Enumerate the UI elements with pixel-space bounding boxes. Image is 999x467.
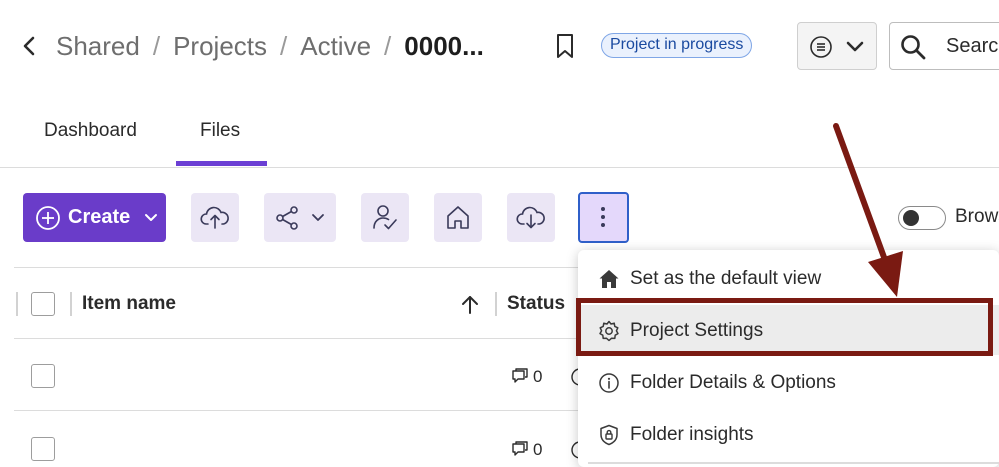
chevron-down-icon bbox=[846, 41, 864, 52]
download-button[interactable] bbox=[507, 193, 555, 242]
menu-item-label: Set as the default view bbox=[630, 268, 822, 289]
tab-files[interactable]: Files bbox=[200, 120, 240, 142]
annotation-highlight-box bbox=[576, 298, 993, 356]
row-checkbox[interactable] bbox=[31, 437, 55, 461]
home-button[interactable] bbox=[434, 193, 482, 242]
tab-bar: Dashboard Files bbox=[0, 112, 999, 168]
home-icon bbox=[447, 206, 469, 229]
kebab-icon bbox=[601, 207, 605, 227]
page-title: 0000... bbox=[404, 30, 484, 61]
create-button[interactable]: Create bbox=[23, 193, 166, 242]
more-options-button[interactable] bbox=[578, 192, 629, 243]
column-header-status[interactable]: Status bbox=[507, 293, 565, 315]
user-approve-icon bbox=[373, 205, 397, 230]
menu-item-folder-insights[interactable]: Folder insights bbox=[578, 409, 999, 459]
search-input[interactable]: Search bbox=[889, 22, 999, 70]
breadcrumb-separator: / bbox=[280, 30, 288, 61]
breadcrumb-active[interactable]: Active bbox=[300, 31, 371, 62]
breadcrumb: Shared / Projects / Active / 0000... bbox=[56, 26, 484, 66]
approval-button[interactable] bbox=[361, 193, 409, 242]
menu-item-folder-details[interactable]: Folder Details & Options bbox=[578, 357, 999, 407]
column-divider bbox=[16, 292, 18, 316]
shield-lock-icon bbox=[600, 424, 618, 446]
share-button[interactable] bbox=[264, 193, 336, 242]
view-options-dropdown[interactable] bbox=[797, 22, 877, 70]
row-checkbox[interactable] bbox=[31, 364, 55, 388]
more-options-menu: Set as the default view Project Settings… bbox=[578, 250, 999, 467]
menu-item-label: Folder Details & Options bbox=[630, 372, 836, 393]
select-all-checkbox[interactable] bbox=[31, 292, 55, 316]
column-header-item-name[interactable]: Item name bbox=[82, 293, 176, 315]
cloud-upload-icon bbox=[200, 206, 229, 229]
sort-ascending-icon[interactable] bbox=[460, 293, 480, 315]
share-icon bbox=[276, 206, 298, 230]
create-button-label: Create bbox=[68, 206, 131, 228]
home-icon bbox=[599, 270, 619, 288]
column-divider bbox=[495, 292, 497, 316]
cloud-download-icon bbox=[516, 206, 545, 229]
comment-count: 0 bbox=[533, 440, 543, 459]
tab-dashboard[interactable]: Dashboard bbox=[44, 120, 137, 142]
back-chevron-icon[interactable] bbox=[18, 32, 42, 60]
column-divider bbox=[70, 292, 72, 316]
upload-button[interactable] bbox=[191, 193, 239, 242]
status-badge: Project in progress bbox=[601, 33, 753, 58]
info-icon bbox=[599, 373, 619, 393]
menu-divider bbox=[588, 462, 999, 464]
toggle-knob bbox=[903, 210, 919, 226]
search-icon bbox=[901, 35, 926, 60]
breadcrumb-separator: / bbox=[384, 30, 392, 61]
bookmark-icon[interactable] bbox=[553, 32, 577, 60]
comment-count: 0 bbox=[533, 367, 543, 386]
comment-icon[interactable] bbox=[510, 440, 530, 460]
breadcrumb-shared[interactable]: Shared bbox=[56, 31, 140, 62]
toggle-label: Browse bbox=[955, 206, 999, 227]
list-view-icon bbox=[810, 36, 832, 58]
chevron-down-icon bbox=[312, 214, 324, 221]
comment-icon[interactable] bbox=[510, 367, 530, 387]
menu-item-label: Folder insights bbox=[630, 424, 754, 445]
breadcrumb-separator: / bbox=[152, 30, 161, 61]
breadcrumb-projects[interactable]: Projects bbox=[173, 31, 267, 62]
search-placeholder: Search bbox=[946, 35, 999, 57]
chevron-down-icon bbox=[145, 214, 157, 221]
plus-circle-icon bbox=[36, 206, 60, 230]
browse-toggle[interactable] bbox=[898, 206, 946, 230]
active-tab-indicator bbox=[176, 161, 267, 166]
menu-item-set-default-view[interactable]: Set as the default view bbox=[578, 253, 999, 303]
